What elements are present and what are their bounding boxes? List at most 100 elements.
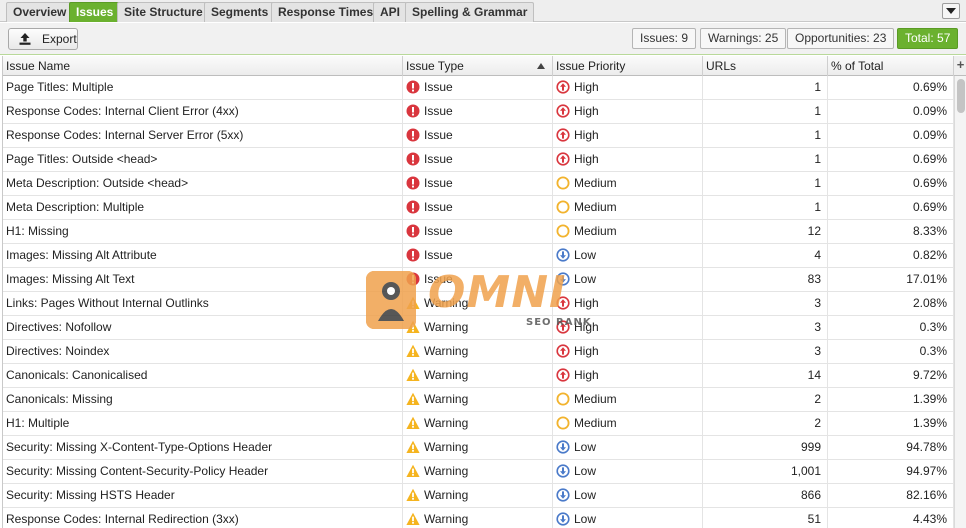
- cell-issue-name: Links: Pages Without Internal Outlinks: [3, 292, 403, 316]
- issue-priority-label: Medium: [574, 224, 617, 238]
- column-header-percent-total[interactable]: % of Total: [828, 56, 954, 76]
- table-row[interactable]: Response Codes: Internal Server Error (5…: [3, 124, 954, 148]
- table-row[interactable]: Security: Missing X-Content-Type-Options…: [3, 436, 954, 460]
- table-row[interactable]: Links: Pages Without Internal Outlinks Wa…: [3, 292, 954, 316]
- tab-bar: Overview Issues Site Structure Segments …: [0, 0, 966, 22]
- cell-urls: 1: [703, 148, 828, 172]
- cell-issue-name: Response Codes: Internal Client Error (4…: [3, 100, 403, 124]
- circle-outline-icon: [556, 392, 570, 406]
- warning-triangle-icon: [406, 344, 420, 358]
- table-row[interactable]: Directives: Noindex Warning High 3 0.3%: [3, 340, 954, 364]
- table-row[interactable]: Images: Missing Alt Attribute Issue Low 4 0.…: [3, 244, 954, 268]
- cell-urls: 3: [703, 292, 828, 316]
- cell-percent-total: 94.78%: [828, 436, 954, 460]
- issue-priority-label: Medium: [574, 392, 617, 406]
- table-row[interactable]: Security: Missing HSTS Header Warning Low 8…: [3, 484, 954, 508]
- vertical-scrollbar[interactable]: [954, 76, 966, 528]
- issue-type-label: Issue: [424, 224, 453, 238]
- cell-issue-priority: High: [553, 124, 703, 148]
- cell-issue-name: Meta Description: Outside <head>: [3, 172, 403, 196]
- issue-type-label: Warning: [424, 392, 469, 406]
- warning-triangle-icon: [406, 440, 420, 454]
- table-row[interactable]: Directives: Nofollow Warning High 3 0.3%: [3, 316, 954, 340]
- arrow-down-circle-icon: [556, 440, 570, 454]
- cell-issue-name: Page Titles: Outside <head>: [3, 148, 403, 172]
- issue-type-label: Warning: [424, 512, 469, 526]
- export-button[interactable]: Export: [8, 28, 78, 50]
- cell-urls: 4: [703, 244, 828, 268]
- table-row[interactable]: Response Codes: Internal Client Error (4…: [3, 100, 954, 124]
- table-row[interactable]: Images: Missing Alt Text Issue Low 83 17.01%: [3, 268, 954, 292]
- column-header-issue-type[interactable]: Issue Type: [403, 56, 553, 76]
- add-column-button[interactable]: +: [954, 56, 966, 76]
- cell-issue-name: Security: Missing Content-Security-Polic…: [3, 460, 403, 484]
- cell-issue-name: Directives: Noindex: [3, 340, 403, 364]
- column-header-issue-name[interactable]: Issue Name: [3, 56, 403, 76]
- cell-percent-total: 0.69%: [828, 196, 954, 220]
- error-circle-icon: [406, 128, 420, 142]
- issue-priority-label: High: [574, 320, 599, 334]
- total-count-chip[interactable]: Total: 57: [897, 28, 959, 49]
- issue-type-label: Warning: [424, 296, 469, 310]
- cell-percent-total: 0.69%: [828, 172, 954, 196]
- error-circle-icon: [406, 200, 420, 214]
- cell-issue-name: Images: Missing Alt Text: [3, 268, 403, 292]
- table-row[interactable]: Meta Description: Outside <head> Issue Med…: [3, 172, 954, 196]
- cell-urls: 3: [703, 340, 828, 364]
- tab-overview[interactable]: Overview: [6, 2, 74, 22]
- issues-count-chip[interactable]: Issues: 9: [632, 28, 697, 49]
- arrow-up-circle-icon: [556, 128, 570, 142]
- table-row[interactable]: Page Titles: Multiple Issue High 1 0.69%: [3, 76, 954, 100]
- upload-icon: [18, 32, 32, 46]
- warnings-count-chip[interactable]: Warnings: 25: [700, 28, 787, 49]
- issue-type-label: Issue: [424, 176, 453, 190]
- issue-priority-label: Medium: [574, 416, 617, 430]
- issue-priority-label: Low: [574, 272, 597, 286]
- cell-issue-type: Issue: [403, 76, 553, 100]
- toolbar: Export Issues: 9 Warnings: 25 Opportunit…: [0, 23, 966, 55]
- cell-percent-total: 0.09%: [828, 124, 954, 148]
- cell-percent-total: 1.39%: [828, 412, 954, 436]
- cell-urls: 999: [703, 436, 828, 460]
- cell-issue-priority: Low: [553, 436, 703, 460]
- cell-urls: 51: [703, 508, 828, 528]
- issue-priority-label: High: [574, 80, 599, 94]
- table-row[interactable]: Response Codes: Internal Redirection (3x…: [3, 508, 954, 528]
- cell-issue-priority: Medium: [553, 388, 703, 412]
- issue-priority-label: Low: [574, 248, 597, 262]
- column-header-issue-priority[interactable]: Issue Priority: [553, 56, 703, 76]
- tab-spelling-grammar[interactable]: Spelling & Grammar: [405, 2, 535, 22]
- cell-urls: 3: [703, 316, 828, 340]
- cell-percent-total: 0.82%: [828, 244, 954, 268]
- column-header-urls[interactable]: URLs: [703, 56, 828, 76]
- cell-urls: 1,001: [703, 460, 828, 484]
- arrow-down-circle-icon: [556, 512, 570, 526]
- tab-menu-button[interactable]: [942, 3, 960, 19]
- issue-priority-label: Low: [574, 440, 597, 454]
- cell-issue-name: H1: Missing: [3, 220, 403, 244]
- scrollbar-thumb[interactable]: [957, 79, 965, 113]
- tab-site-structure[interactable]: Site Structure: [117, 2, 210, 22]
- table-row[interactable]: H1: Missing Issue Medium 12 8.33%: [3, 220, 954, 244]
- table-row[interactable]: Security: Missing Content-Security-Polic…: [3, 460, 954, 484]
- table-row[interactable]: Canonicals: Canonicalised Warning High 14 9.…: [3, 364, 954, 388]
- issue-type-label: Warning: [424, 416, 469, 430]
- tab-api[interactable]: API: [373, 2, 408, 22]
- cell-issue-type: Warning: [403, 340, 553, 364]
- circle-outline-icon: [556, 200, 570, 214]
- cell-issue-name: Security: Missing HSTS Header: [3, 484, 403, 508]
- table-row[interactable]: Page Titles: Outside <head> Issue High 1 0.6…: [3, 148, 954, 172]
- tab-issues[interactable]: Issues: [69, 2, 121, 22]
- arrow-up-circle-icon: [556, 344, 570, 358]
- cell-urls: 2: [703, 388, 828, 412]
- opportunities-count-chip[interactable]: Opportunities: 23: [787, 28, 895, 49]
- tab-segments[interactable]: Segments: [204, 2, 276, 22]
- cell-issue-priority: High: [553, 340, 703, 364]
- arrow-down-circle-icon: [556, 272, 570, 286]
- table-row[interactable]: Canonicals: Missing Warning Medium 2 1.39%: [3, 388, 954, 412]
- warning-triangle-icon: [406, 464, 420, 478]
- table-row[interactable]: Meta Description: Multiple Issue Medium 1 0.…: [3, 196, 954, 220]
- cell-percent-total: 17.01%: [828, 268, 954, 292]
- table-row[interactable]: H1: Multiple Warning Medium 2 1.39%: [3, 412, 954, 436]
- tab-response-times[interactable]: Response Times: [271, 2, 381, 22]
